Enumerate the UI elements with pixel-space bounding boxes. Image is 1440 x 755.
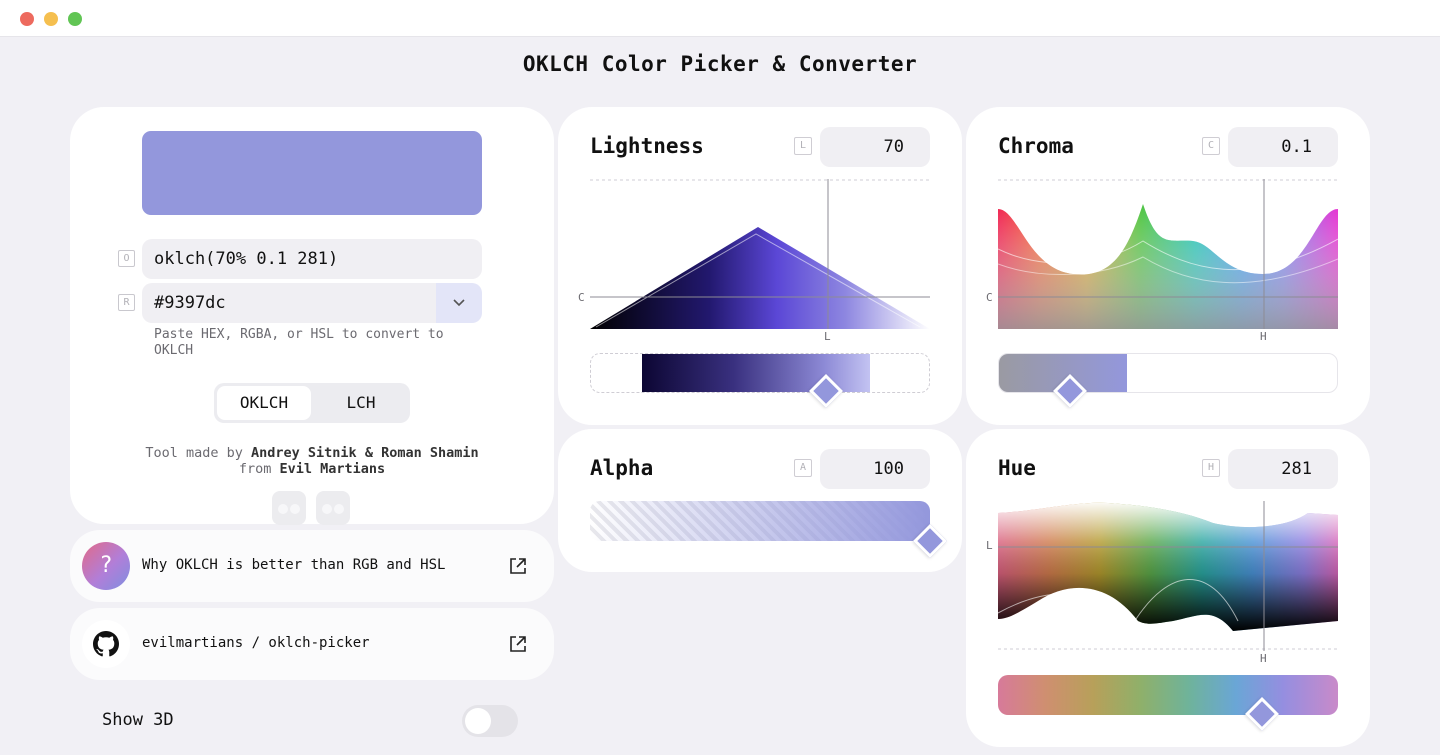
lightness-tag: L	[794, 137, 812, 155]
alpha-input[interactable]: 100	[820, 449, 930, 489]
hue-axis-y: L	[986, 539, 993, 552]
github-link[interactable]: evilmartians / oklch-picker	[70, 608, 554, 680]
mode-lch-option[interactable]: LCH	[314, 386, 408, 420]
chroma-hue-graph[interactable]	[998, 179, 1338, 331]
hue-input[interactable]: 281	[1228, 449, 1338, 489]
question-icon: ?	[82, 542, 130, 590]
hue-slider-track[interactable]	[998, 675, 1338, 715]
alpha-panel: Alpha A 100	[558, 429, 962, 572]
why-oklch-link[interactable]: ? Why OKLCH is better than RGB and HSL	[70, 530, 554, 602]
author-link-roman[interactable]: Roman Shamin	[381, 445, 479, 461]
author-link-andrey[interactable]: Andrey Sitnik	[251, 445, 357, 461]
org-link-evil-martians[interactable]: Evil Martians	[279, 461, 385, 477]
alpha-slider-track[interactable]	[590, 501, 930, 541]
lightness-axis-x: L	[824, 330, 831, 343]
hex-input[interactable]: #9397dc	[142, 283, 436, 323]
mode-oklch-option[interactable]: OKLCH	[217, 386, 311, 420]
github-label: evilmartians / oklch-picker	[142, 635, 370, 651]
converter-card: O oklch(70% 0.1 281) R #9397dc Paste HEX…	[70, 107, 554, 525]
lightness-chroma-graph[interactable]	[590, 179, 930, 331]
lightness-panel: Lightness L 70 C L	[558, 107, 962, 425]
rgb-row-tag: R	[118, 294, 135, 311]
chroma-input[interactable]: 0.1	[1228, 127, 1338, 167]
credits: Tool made by Andrey Sitnik & Roman Shami…	[145, 445, 479, 477]
chevron-down-icon	[453, 299, 465, 307]
chroma-axis-y: C	[986, 291, 993, 304]
oklch-row-tag: O	[118, 250, 135, 267]
hue-title: Hue	[998, 456, 1036, 480]
lightness-title: Lightness	[590, 134, 704, 158]
paste-hint: Paste HEX, RGBA, or HSL to convert to OK…	[154, 327, 444, 358]
oklch-input[interactable]: oklch(70% 0.1 281)	[142, 239, 482, 279]
chroma-axis-x: H	[1260, 330, 1267, 343]
show-3d-toggle[interactable]	[462, 705, 518, 737]
chroma-panel: Chroma C 0.1 C H	[966, 107, 1370, 425]
alpha-tag: A	[794, 459, 812, 477]
page-title: OKLCH Color Picker & Converter	[522, 52, 918, 76]
hue-axis-x: H	[1260, 652, 1267, 665]
why-oklch-label: Why OKLCH is better than RGB and HSL	[142, 557, 446, 573]
chroma-tag: C	[1202, 137, 1220, 155]
toggle-knob	[465, 708, 491, 734]
chroma-title: Chroma	[998, 134, 1074, 158]
lightness-input[interactable]: 70	[820, 127, 930, 167]
hue-panel: Hue H 281 L H	[966, 429, 1370, 747]
martians-mascot-icon	[272, 491, 350, 525]
window-titlebar	[0, 0, 1440, 37]
lightness-hue-graph[interactable]	[998, 501, 1338, 653]
github-icon	[82, 620, 130, 668]
maximize-window-button[interactable]	[68, 12, 82, 26]
color-preview-swatch	[142, 131, 482, 215]
minimize-window-button[interactable]	[44, 12, 58, 26]
lightness-slider-track[interactable]	[590, 353, 930, 393]
chroma-slider-track[interactable]	[998, 353, 1338, 393]
close-window-button[interactable]	[20, 12, 34, 26]
hue-tag: H	[1202, 459, 1220, 477]
show-3d-label: Show 3D	[102, 710, 174, 730]
external-link-icon	[510, 636, 526, 652]
mode-switch: OKLCH LCH	[214, 383, 410, 423]
external-link-icon	[510, 558, 526, 574]
lightness-axis-y: C	[578, 291, 585, 304]
format-dropdown-button[interactable]	[436, 283, 482, 323]
alpha-title: Alpha	[590, 456, 654, 480]
